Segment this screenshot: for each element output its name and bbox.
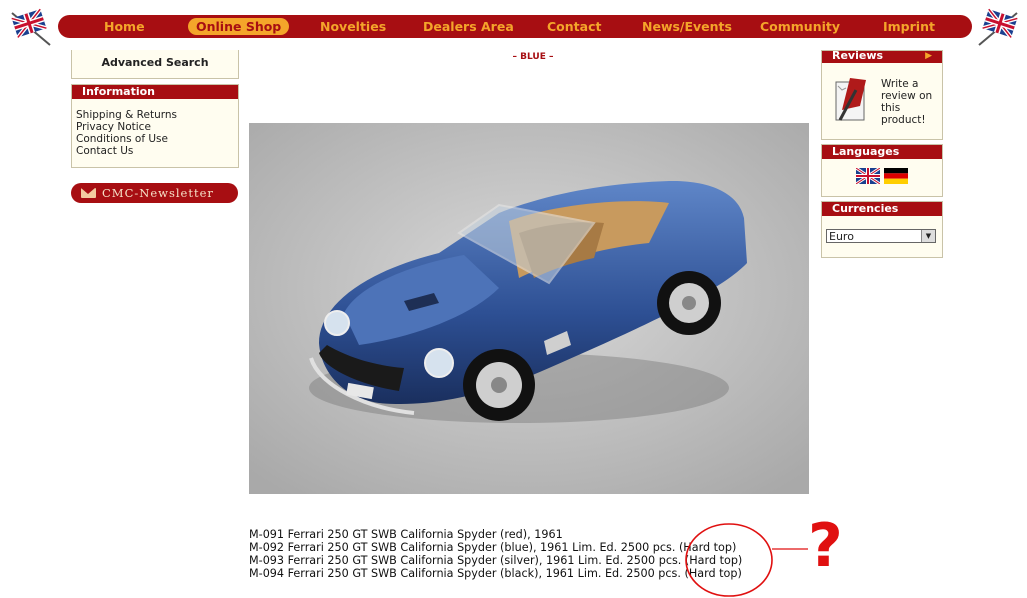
nav-imprint[interactable]: Imprint (883, 18, 935, 35)
reviews-title-text: Reviews (832, 49, 884, 62)
information-title: Information (72, 85, 238, 99)
nav-contact[interactable]: Contact (547, 18, 601, 35)
write-review-icon[interactable] (830, 76, 876, 126)
currency-selected: Euro (829, 230, 854, 243)
link-conditions-of-use[interactable]: Conditions of Use (76, 133, 238, 145)
variant-label: – BLUE – (512, 52, 554, 62)
newsletter-label: CMC-Newsletter (102, 186, 214, 200)
model-item: M-091 Ferrari 250 GT SWB California Spyd… (249, 528, 563, 541)
main-navigation: Home Online Shop Novelties Dealers Area … (58, 15, 972, 38)
newsletter-button[interactable]: CMC-Newsletter (71, 183, 238, 203)
nav-dealers-area[interactable]: Dealers Area (423, 18, 514, 35)
question-mark-icon: ? (808, 511, 843, 581)
link-privacy-notice[interactable]: Privacy Notice (76, 121, 238, 133)
nav-novelties[interactable]: Novelties (320, 18, 386, 35)
advanced-search-link[interactable]: Advanced Search (71, 50, 239, 79)
model-item: M-094 Ferrari 250 GT SWB California Spyd… (249, 567, 742, 580)
nav-online-shop[interactable]: Online Shop (188, 18, 290, 35)
reviews-box: Reviews ▶ Write a review on this product… (821, 50, 943, 140)
write-review-link[interactable]: Write a review on this product! (881, 78, 941, 126)
envelope-icon (81, 188, 96, 198)
product-photo[interactable] (249, 123, 809, 494)
currencies-box: Currencies Euro ▼ (821, 201, 943, 258)
languages-title: Languages (822, 145, 942, 159)
model-item: M-092 Ferrari 250 GT SWB California Spyd… (249, 541, 737, 554)
german-flag-icon[interactable] (884, 168, 908, 184)
chevron-down-icon[interactable]: ▼ (921, 230, 935, 242)
model-list: M-091 Ferrari 250 GT SWB California Spyd… (249, 528, 742, 580)
currencies-title: Currencies (822, 202, 942, 216)
reviews-title: Reviews ▶ (822, 49, 942, 63)
nav-community[interactable]: Community (760, 18, 840, 35)
link-shipping-returns[interactable]: Shipping & Returns (76, 109, 238, 121)
information-box: Information Shipping & Returns Privacy N… (71, 84, 239, 168)
languages-box: Languages (821, 144, 943, 197)
english-flag-icon[interactable] (856, 168, 880, 184)
nav-home[interactable]: Home (104, 18, 145, 35)
model-item: M-093 Ferrari 250 GT SWB California Spyd… (249, 554, 743, 567)
arrow-right-icon: ▶ (925, 51, 932, 61)
uk-flag-icon (11, 7, 51, 46)
currency-select[interactable]: Euro ▼ (826, 229, 936, 243)
nav-news-events[interactable]: News/Events (642, 18, 732, 35)
link-contact-us[interactable]: Contact Us (76, 145, 238, 157)
uk-flag-icon (978, 7, 1018, 46)
